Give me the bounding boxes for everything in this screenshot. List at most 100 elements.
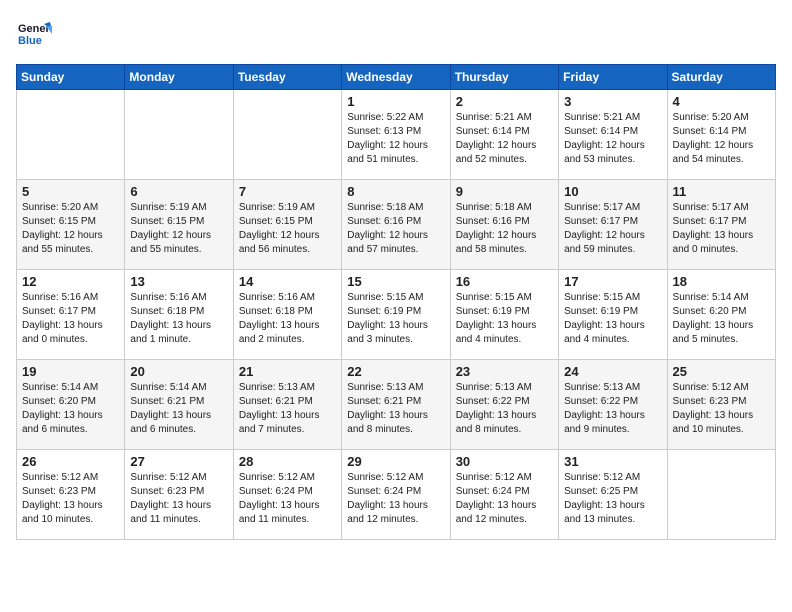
day-info: Sunrise: 5:20 AM Sunset: 6:15 PM Dayligh… bbox=[22, 201, 119, 257]
calendar-cell: 6 Sunrise: 5:19 AM Sunset: 6:15 PM Daylig… bbox=[125, 180, 233, 270]
day-number: 27 bbox=[130, 454, 227, 469]
day-number: 12 bbox=[22, 274, 119, 289]
day-info: Sunrise: 5:15 AM Sunset: 6:19 PM Dayligh… bbox=[456, 291, 553, 347]
day-number: 14 bbox=[239, 274, 336, 289]
day-number: 10 bbox=[564, 184, 661, 199]
calendar-cell: 8 Sunrise: 5:18 AM Sunset: 6:16 PM Daylig… bbox=[342, 180, 450, 270]
logo: General Blue bbox=[16, 16, 52, 52]
day-info: Sunrise: 5:16 AM Sunset: 6:18 PM Dayligh… bbox=[239, 291, 336, 347]
day-info: Sunrise: 5:20 AM Sunset: 6:14 PM Dayligh… bbox=[673, 111, 770, 167]
calendar-cell: 26 Sunrise: 5:12 AM Sunset: 6:23 PM Dayli… bbox=[17, 450, 125, 540]
calendar-cell: 1 Sunrise: 5:22 AM Sunset: 6:13 PM Daylig… bbox=[342, 90, 450, 180]
day-number: 4 bbox=[673, 94, 770, 109]
day-number: 3 bbox=[564, 94, 661, 109]
day-number: 20 bbox=[130, 364, 227, 379]
calendar-cell: 29 Sunrise: 5:12 AM Sunset: 6:24 PM Dayli… bbox=[342, 450, 450, 540]
day-number: 24 bbox=[564, 364, 661, 379]
calendar-cell: 5 Sunrise: 5:20 AM Sunset: 6:15 PM Daylig… bbox=[17, 180, 125, 270]
day-number: 9 bbox=[456, 184, 553, 199]
day-info: Sunrise: 5:13 AM Sunset: 6:21 PM Dayligh… bbox=[239, 381, 336, 437]
day-info: Sunrise: 5:12 AM Sunset: 6:23 PM Dayligh… bbox=[22, 471, 119, 527]
calendar-cell bbox=[233, 90, 341, 180]
day-info: Sunrise: 5:12 AM Sunset: 6:23 PM Dayligh… bbox=[130, 471, 227, 527]
day-number: 26 bbox=[22, 454, 119, 469]
day-info: Sunrise: 5:13 AM Sunset: 6:22 PM Dayligh… bbox=[564, 381, 661, 437]
day-info: Sunrise: 5:12 AM Sunset: 6:24 PM Dayligh… bbox=[456, 471, 553, 527]
calendar-cell: 19Sunrise: 5:14 AM Sunset: 6:20 PM Dayli… bbox=[17, 360, 125, 450]
calendar-cell: 16 Sunrise: 5:15 AM Sunset: 6:19 PM Dayli… bbox=[450, 270, 558, 360]
calendar-cell: 11 Sunrise: 5:17 AM Sunset: 6:17 PM Dayli… bbox=[667, 180, 775, 270]
day-number: 11 bbox=[673, 184, 770, 199]
calendar-cell: 13 Sunrise: 5:16 AM Sunset: 6:18 PM Dayli… bbox=[125, 270, 233, 360]
day-info: Sunrise: 5:22 AM Sunset: 6:13 PM Dayligh… bbox=[347, 111, 444, 167]
calendar-cell: 4 Sunrise: 5:20 AM Sunset: 6:14 PM Daylig… bbox=[667, 90, 775, 180]
day-number: 29 bbox=[347, 454, 444, 469]
calendar-cell: 30 Sunrise: 5:12 AM Sunset: 6:24 PM Dayli… bbox=[450, 450, 558, 540]
day-info: Sunrise: 5:21 AM Sunset: 6:14 PM Dayligh… bbox=[564, 111, 661, 167]
day-info: Sunrise: 5:14 AM Sunset: 6:20 PM Dayligh… bbox=[673, 291, 770, 347]
day-info: Sunrise: 5:14 AM Sunset: 6:21 PM Dayligh… bbox=[130, 381, 227, 437]
calendar-cell: 9 Sunrise: 5:18 AM Sunset: 6:16 PM Daylig… bbox=[450, 180, 558, 270]
calendar-cell: 24 Sunrise: 5:13 AM Sunset: 6:22 PM Dayli… bbox=[559, 360, 667, 450]
day-info: Sunrise: 5:12 AM Sunset: 6:25 PM Dayligh… bbox=[564, 471, 661, 527]
svg-text:Blue: Blue bbox=[18, 35, 42, 47]
calendar-cell: 14 Sunrise: 5:16 AM Sunset: 6:18 PM Dayli… bbox=[233, 270, 341, 360]
day-number: 13 bbox=[130, 274, 227, 289]
calendar-cell: 17Sunrise: 5:15 AM Sunset: 6:19 PM Dayli… bbox=[559, 270, 667, 360]
day-info: Sunrise: 5:13 AM Sunset: 6:21 PM Dayligh… bbox=[347, 381, 444, 437]
day-number: 6 bbox=[130, 184, 227, 199]
day-info: Sunrise: 5:18 AM Sunset: 6:16 PM Dayligh… bbox=[347, 201, 444, 257]
calendar-cell: 31 Sunrise: 5:12 AM Sunset: 6:25 PM Dayli… bbox=[559, 450, 667, 540]
page-header: General Blue bbox=[16, 16, 776, 52]
calendar-cell: 3 Sunrise: 5:21 AM Sunset: 6:14 PM Daylig… bbox=[559, 90, 667, 180]
day-number: 15 bbox=[347, 274, 444, 289]
day-info: Sunrise: 5:15 AM Sunset: 6:19 PM Dayligh… bbox=[347, 291, 444, 347]
day-number: 22 bbox=[347, 364, 444, 379]
day-number: 5 bbox=[22, 184, 119, 199]
day-info: Sunrise: 5:12 AM Sunset: 6:24 PM Dayligh… bbox=[347, 471, 444, 527]
calendar-cell: 20 Sunrise: 5:14 AM Sunset: 6:21 PM Dayli… bbox=[125, 360, 233, 450]
calendar-cell bbox=[125, 90, 233, 180]
day-number: 21 bbox=[239, 364, 336, 379]
day-info: Sunrise: 5:12 AM Sunset: 6:23 PM Dayligh… bbox=[673, 381, 770, 437]
calendar-cell: 10Sunrise: 5:17 AM Sunset: 6:17 PM Dayli… bbox=[559, 180, 667, 270]
calendar-cell: 28 Sunrise: 5:12 AM Sunset: 6:24 PM Dayli… bbox=[233, 450, 341, 540]
logo-icon: General Blue bbox=[16, 16, 52, 52]
day-number: 28 bbox=[239, 454, 336, 469]
calendar-cell bbox=[667, 450, 775, 540]
day-of-week-header: Friday bbox=[559, 65, 667, 90]
day-number: 1 bbox=[347, 94, 444, 109]
calendar-cell: 18 Sunrise: 5:14 AM Sunset: 6:20 PM Dayli… bbox=[667, 270, 775, 360]
calendar-cell: 21 Sunrise: 5:13 AM Sunset: 6:21 PM Dayli… bbox=[233, 360, 341, 450]
day-of-week-header: Saturday bbox=[667, 65, 775, 90]
day-number: 18 bbox=[673, 274, 770, 289]
day-info: Sunrise: 5:13 AM Sunset: 6:22 PM Dayligh… bbox=[456, 381, 553, 437]
day-number: 16 bbox=[456, 274, 553, 289]
calendar-cell: 23 Sunrise: 5:13 AM Sunset: 6:22 PM Dayli… bbox=[450, 360, 558, 450]
day-number: 30 bbox=[456, 454, 553, 469]
day-number: 23 bbox=[456, 364, 553, 379]
day-info: Sunrise: 5:19 AM Sunset: 6:15 PM Dayligh… bbox=[130, 201, 227, 257]
day-number: 25 bbox=[673, 364, 770, 379]
day-number: 31 bbox=[564, 454, 661, 469]
day-info: Sunrise: 5:12 AM Sunset: 6:24 PM Dayligh… bbox=[239, 471, 336, 527]
calendar-cell: 25 Sunrise: 5:12 AM Sunset: 6:23 PM Dayli… bbox=[667, 360, 775, 450]
calendar-cell: 12 Sunrise: 5:16 AM Sunset: 6:17 PM Dayli… bbox=[17, 270, 125, 360]
day-of-week-header: Tuesday bbox=[233, 65, 341, 90]
day-of-week-header: Thursday bbox=[450, 65, 558, 90]
calendar-cell: 27 Sunrise: 5:12 AM Sunset: 6:23 PM Dayli… bbox=[125, 450, 233, 540]
day-of-week-header: Monday bbox=[125, 65, 233, 90]
day-number: 17 bbox=[564, 274, 661, 289]
calendar-cell: 2 Sunrise: 5:21 AM Sunset: 6:14 PM Daylig… bbox=[450, 90, 558, 180]
day-info: Sunrise: 5:18 AM Sunset: 6:16 PM Dayligh… bbox=[456, 201, 553, 257]
day-info: Sunrise: 5:14 AM Sunset: 6:20 PM Dayligh… bbox=[22, 381, 119, 437]
day-number: 2 bbox=[456, 94, 553, 109]
day-of-week-header: Sunday bbox=[17, 65, 125, 90]
day-number: 7 bbox=[239, 184, 336, 199]
calendar-cell: 22 Sunrise: 5:13 AM Sunset: 6:21 PM Dayli… bbox=[342, 360, 450, 450]
day-info: Sunrise: 5:16 AM Sunset: 6:18 PM Dayligh… bbox=[130, 291, 227, 347]
day-info: Sunrise: 5:21 AM Sunset: 6:14 PM Dayligh… bbox=[456, 111, 553, 167]
day-info: Sunrise: 5:17 AM Sunset: 6:17 PM Dayligh… bbox=[673, 201, 770, 257]
day-info: Sunrise: 5:16 AM Sunset: 6:17 PM Dayligh… bbox=[22, 291, 119, 347]
day-number: 8 bbox=[347, 184, 444, 199]
